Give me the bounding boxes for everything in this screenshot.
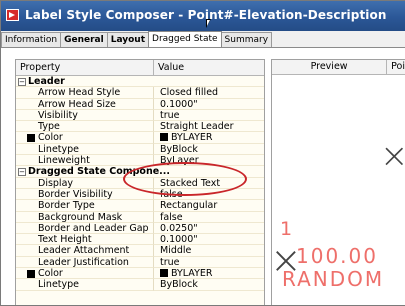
label-elevation: 100.00 — [296, 244, 378, 268]
tab-information[interactable]: Information — [1, 32, 62, 47]
point-marker-icon: × — [380, 136, 405, 176]
property-row-lineweight[interactable]: Lineweight ByLayer — [16, 155, 264, 167]
property-column-header[interactable]: Property — [16, 60, 154, 75]
property-value[interactable]: Stacked Text — [154, 178, 264, 189]
color-swatch-icon — [27, 134, 35, 143]
color-swatch-icon — [160, 133, 168, 142]
property-row-type[interactable]: Type Straight Leader — [16, 121, 264, 133]
label-style-composer-window: Label Style Composer - Point#-Elevation-… — [0, 0, 405, 306]
property-label: Type — [16, 121, 154, 133]
property-row-linetype[interactable]: Linetype ByBlock — [16, 143, 264, 156]
property-value[interactable]: Rectangular — [154, 200, 264, 212]
property-label: Border and Leader Gap — [16, 222, 154, 235]
property-label: Leader Justification — [16, 256, 154, 269]
property-value[interactable]: BYLAYER — [171, 132, 212, 142]
category-leader[interactable]: − Leader — [16, 76, 264, 88]
property-value[interactable]: true — [154, 110, 264, 122]
property-value[interactable]: Middle — [154, 245, 264, 257]
property-label: Border Type — [16, 200, 154, 212]
property-label: Linetype — [16, 279, 154, 291]
color-swatch-icon — [160, 269, 168, 278]
property-value[interactable]: ByLayer — [154, 155, 264, 167]
property-value[interactable]: false — [154, 212, 264, 223]
title-bar[interactable]: Label Style Composer - Point#-Elevation-… — [1, 1, 405, 31]
property-row-arrow-head-style[interactable]: Arrow Head Style Closed filled — [16, 87, 264, 99]
property-label: Color — [38, 132, 63, 144]
point-tab[interactable]: Poi — [387, 60, 405, 74]
property-label: Leader Attachment — [16, 245, 154, 257]
preview-panel: Preview Poi × 1 × 100.00 RANDOM — [271, 59, 405, 305]
property-row-visibility[interactable]: Visibility true — [16, 109, 264, 122]
label-description: RANDOM — [282, 267, 385, 291]
property-row-border-type[interactable]: Border Type Rectangular — [16, 200, 264, 212]
property-label: Border Visibility — [16, 188, 154, 201]
tab-layout[interactable]: Layout — [106, 32, 150, 47]
property-value[interactable]: BYLAYER — [171, 268, 212, 278]
property-label: Display — [16, 177, 154, 189]
property-label: Lineweight — [16, 155, 154, 167]
preview-tab-strip: Preview Poi — [272, 60, 405, 75]
category-dragged-state-components[interactable]: − Dragged State Compone... — [16, 166, 264, 178]
tab-content-panel: Property Value − Leader Arrow Head Style … — [1, 47, 405, 305]
property-row-border-leader-gap[interactable]: Border and Leader Gap 0.0250" — [16, 222, 264, 235]
property-row-arrow-head-size[interactable]: Arrow Head Size 0.1000" — [16, 98, 264, 110]
category-label: Leader — [28, 76, 65, 87]
property-value[interactable]: ByBlock — [154, 144, 264, 156]
tab-general[interactable]: General — [60, 32, 108, 47]
tab-strip: Information General Layout Dragged State… — [1, 31, 273, 48]
property-label: Arrow Head Style — [16, 87, 154, 99]
property-row-leader-justification[interactable]: Leader Justification true — [16, 256, 264, 269]
tab-summary[interactable]: Summary — [220, 32, 273, 47]
property-value[interactable]: Straight Leader — [154, 121, 264, 133]
property-value[interactable]: false — [154, 189, 264, 201]
property-label: Arrow Head Size — [16, 98, 154, 110]
value-column-header[interactable]: Value — [154, 60, 264, 75]
property-row-color-2[interactable]: Color BYLAYER — [16, 268, 264, 280]
app-icon — [6, 9, 19, 21]
property-value[interactable]: 0.1000" — [154, 99, 264, 110]
collapse-toggle-icon[interactable]: − — [18, 78, 26, 86]
property-row-text-height[interactable]: Text Height 0.1000" — [16, 234, 264, 246]
property-value[interactable]: ByBlock — [154, 279, 264, 291]
property-row-color[interactable]: Color BYLAYER — [16, 132, 264, 144]
property-value[interactable]: 0.1000" — [154, 234, 264, 246]
property-label: Background Mask — [16, 211, 154, 223]
color-swatch-icon — [27, 270, 35, 279]
property-value[interactable]: 0.0250" — [154, 223, 264, 235]
tab-dragged-state[interactable]: Dragged State — [148, 31, 222, 48]
preview-tab[interactable]: Preview — [272, 60, 388, 74]
mouse-cursor-icon — [206, 19, 211, 28]
property-row-leader-attachment[interactable]: Leader Attachment Middle — [16, 245, 264, 257]
label-point-number: 1 — [280, 218, 295, 240]
property-grid: Property Value − Leader Arrow Head Style … — [15, 59, 265, 305]
property-row-display[interactable]: Display Stacked Text — [16, 177, 264, 189]
property-value[interactable]: true — [154, 257, 264, 269]
property-label: Text Height — [16, 234, 154, 246]
property-grid-header: Property Value — [16, 60, 264, 76]
property-row-border-visibility[interactable]: Border Visibility false — [16, 188, 264, 201]
property-row-background-mask[interactable]: Background Mask false — [16, 211, 264, 223]
property-row-linetype-2[interactable]: Linetype ByBlock — [16, 279, 264, 291]
collapse-toggle-icon[interactable]: − — [18, 168, 26, 177]
category-label: Dragged State Compone... — [28, 166, 170, 178]
property-label: Linetype — [16, 143, 154, 156]
property-label: Color — [38, 268, 63, 280]
property-label: Visibility — [16, 109, 154, 122]
property-value[interactable]: Closed filled — [154, 87, 264, 99]
